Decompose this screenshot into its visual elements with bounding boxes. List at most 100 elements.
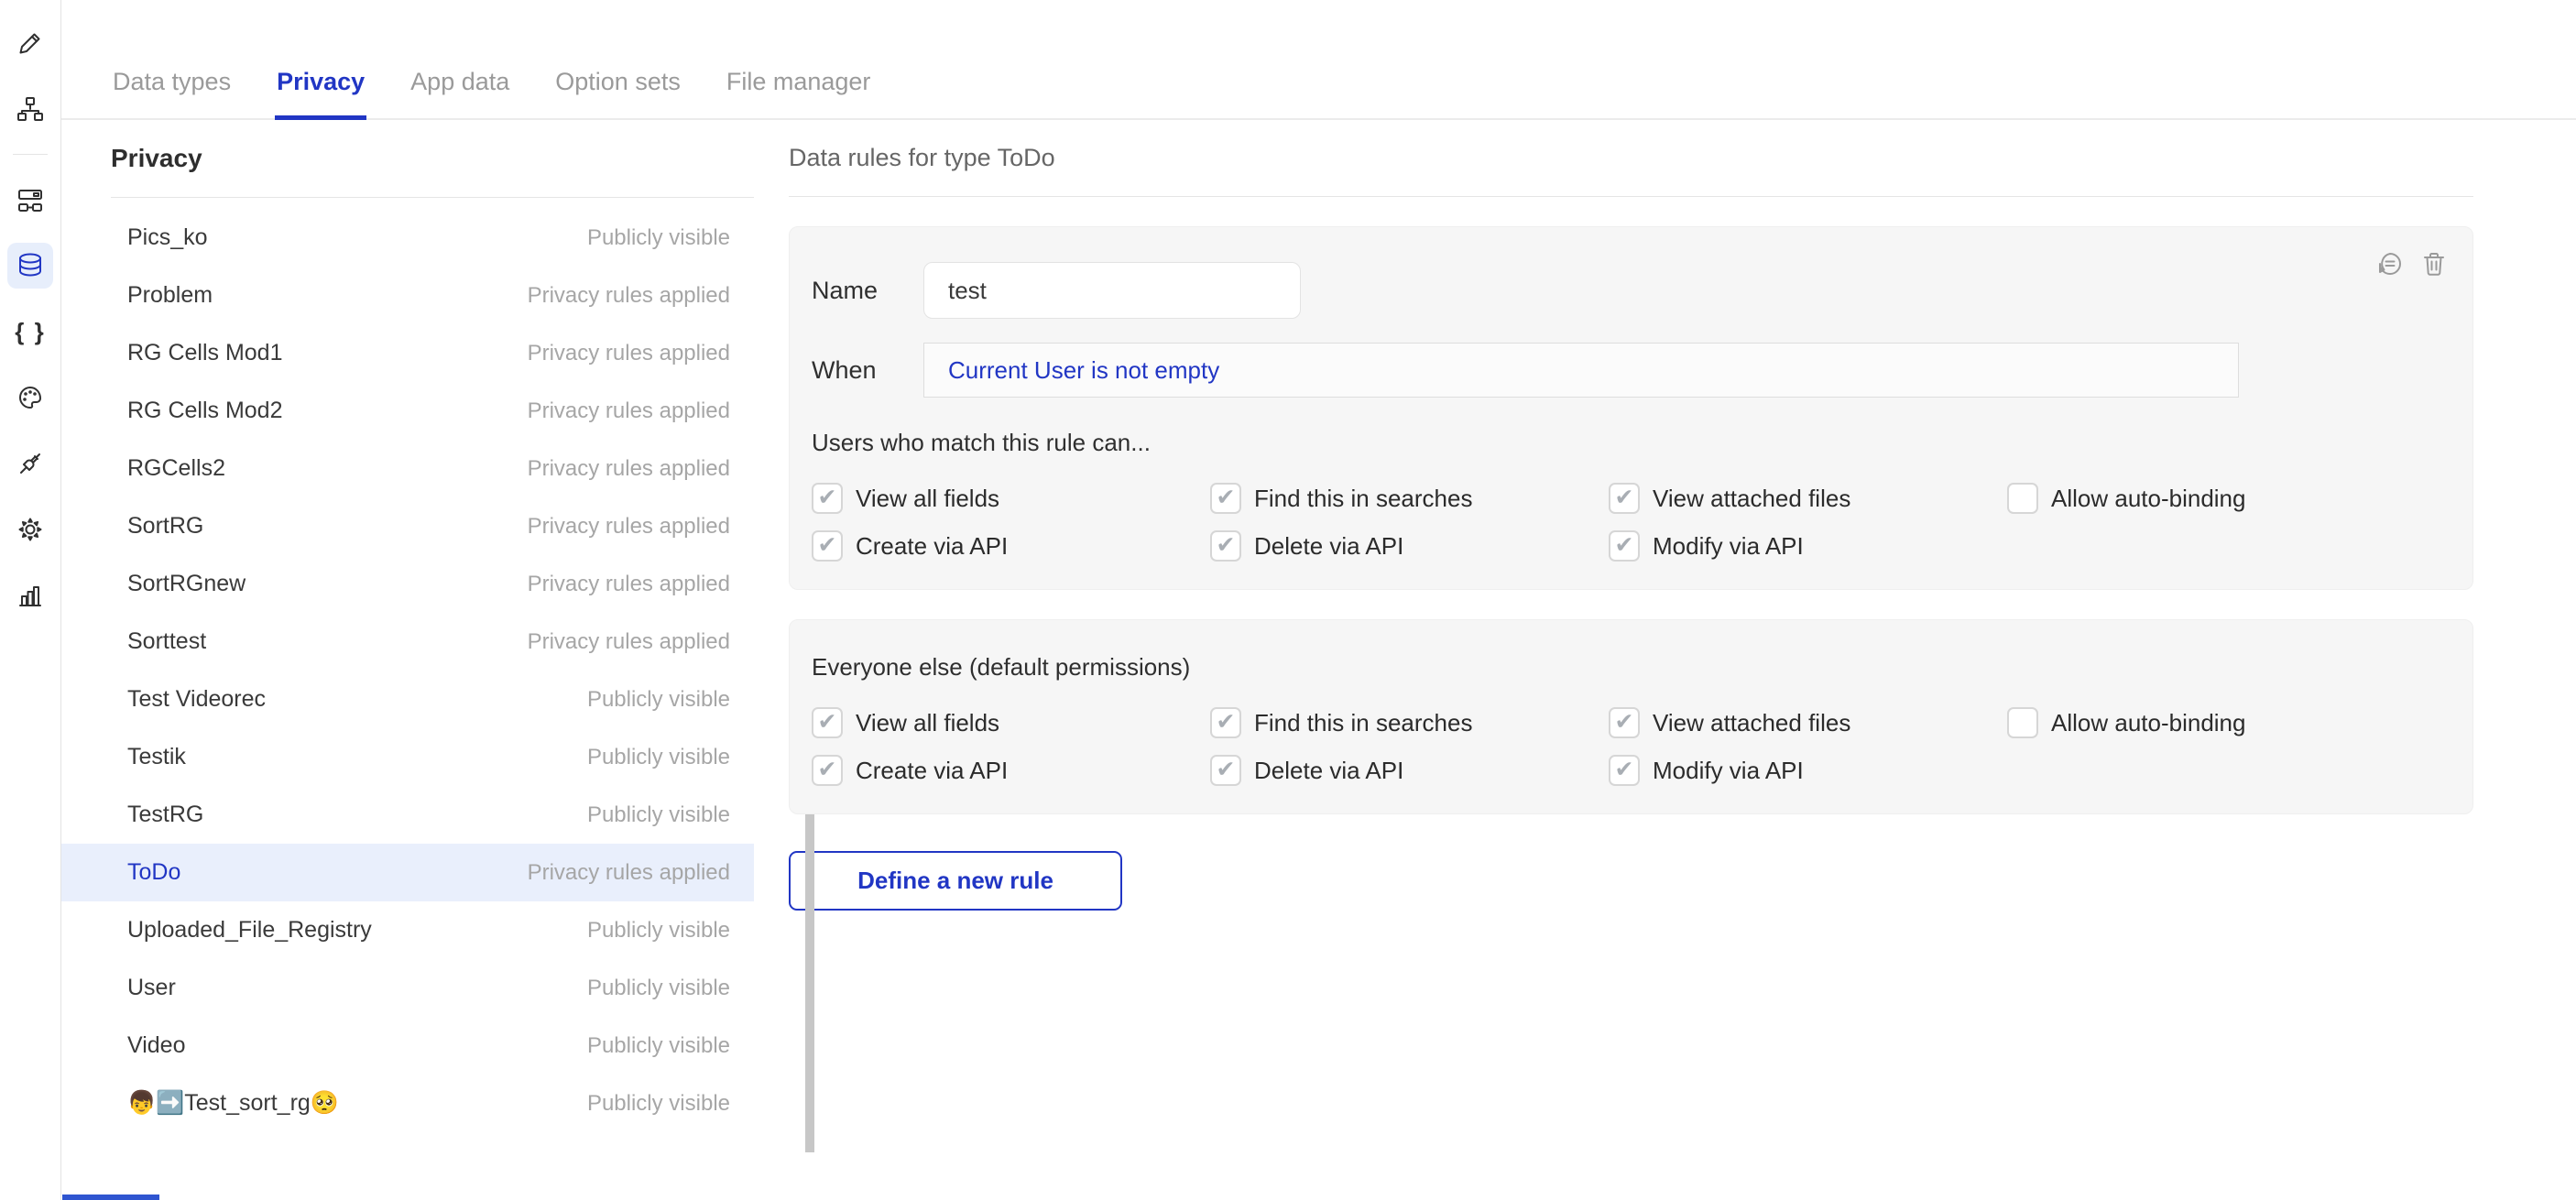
data-rules-divider <box>789 196 2473 197</box>
checkbox-create-via-api[interactable]: ✔ <box>812 755 843 786</box>
type-name: RG Cells Mod2 <box>127 398 283 424</box>
check-mark: ✔ <box>1217 486 1236 509</box>
permission-label: View all fields <box>856 485 999 513</box>
permission-view-all-fields: ✔ View all fields <box>812 483 1210 514</box>
permission-label: View attached files <box>1653 709 1850 737</box>
palette-icon[interactable] <box>7 375 53 420</box>
checkbox-create-via-api[interactable]: ✔ <box>812 530 843 562</box>
type-row-sorttest[interactable]: Sorttest Privacy rules applied <box>61 613 754 671</box>
permission-allow-auto-binding: ✔ Allow auto-binding <box>2007 707 2447 738</box>
checkbox-view-attached-files[interactable]: ✔ <box>1609 483 1640 514</box>
type-row-rg-cells-mod1[interactable]: RG Cells Mod1Privacy rules applied <box>61 324 754 382</box>
sitemap-icon[interactable] <box>7 86 53 132</box>
when-label: When <box>812 356 923 385</box>
data-rules-panel: Data rules for type ToDo Name <box>754 120 2576 1200</box>
checkbox-view-all-fields[interactable]: ✔ <box>812 483 843 514</box>
permission-label: Delete via API <box>1254 757 1403 785</box>
type-row-testik[interactable]: TestikPublicly visible <box>61 728 754 786</box>
rule-card: Name When Current User is not empty User… <box>789 226 2473 590</box>
privacy-panel: Privacy Pics_koPublicly visibleProblemPr… <box>61 120 754 1200</box>
type-status: Privacy rules applied <box>528 514 730 540</box>
checkbox-delete-via-api[interactable]: ✔ <box>1210 530 1241 562</box>
type-name: 👦➡️Test_sort_rg🥺 <box>127 1090 339 1117</box>
tab-data-types[interactable]: Data types <box>111 68 233 118</box>
type-row-todo[interactable]: ToDoPrivacy rules applied <box>61 844 754 901</box>
permission-find-this-in-searches: ✔Find this in searches <box>1210 483 1609 514</box>
checkbox-delete-via-api[interactable]: ✔ <box>1210 755 1241 786</box>
when-condition-box[interactable]: Current User is not empty <box>923 343 2239 398</box>
type-status: Publicly visible <box>587 1033 730 1059</box>
data-tabs: Data types Privacy App data Option sets File… <box>61 0 2576 120</box>
plug-icon[interactable] <box>7 441 53 486</box>
privacy-panel-title: Privacy <box>111 144 754 173</box>
braces-glyph: { } <box>15 318 45 346</box>
tab-privacy[interactable]: Privacy <box>275 68 366 120</box>
define-new-rule-button[interactable]: Define a new rule <box>789 851 1122 911</box>
checkbox-modify-via-api[interactable]: ✔ <box>1609 755 1640 786</box>
type-row-sortrgnew[interactable]: SortRGnewPrivacy rules applied <box>61 555 754 613</box>
chart-icon[interactable] <box>7 573 53 618</box>
data-rules-title: Data rules for type ToDo <box>789 144 2473 172</box>
type-status: Publicly visible <box>587 802 730 828</box>
comment-icon[interactable] <box>2375 249 2405 278</box>
type-status: Publicly visible <box>587 225 730 251</box>
tab-option-sets[interactable]: Option sets <box>553 68 682 118</box>
type-row-rgcells2[interactable]: RGCells2Privacy rules applied <box>61 440 754 497</box>
type-row-problem[interactable]: ProblemPrivacy rules applied <box>61 267 754 324</box>
type-row-rg-cells-mod2[interactable]: RG Cells Mod2Privacy rules applied <box>61 382 754 440</box>
tab-file-manager[interactable]: File manager <box>725 68 873 118</box>
gear-icon[interactable] <box>7 507 53 552</box>
type-row-sortrg[interactable]: SortRG Privacy rules applied <box>61 497 754 555</box>
type-name: RG Cells Mod1 <box>127 340 283 366</box>
type-row-uploaded-file-registry[interactable]: Uploaded_File_RegistryPublicly visible <box>61 901 754 959</box>
permission-modify-via-api: ✔Modify via API <box>1609 530 2007 562</box>
permission-label: Delete via API <box>1254 532 1403 561</box>
permission-create-via-api: ✔Create via API <box>812 755 1210 786</box>
type-status: Publicly visible <box>587 918 730 944</box>
type-name: Sorttest <box>127 628 206 655</box>
type-row-pics-ko[interactable]: Pics_koPublicly visible <box>61 209 754 267</box>
check-mark: ✔ <box>1615 486 1634 509</box>
checkbox-view-attached-files[interactable]: ✔ <box>1609 707 1640 738</box>
components-icon[interactable] <box>7 177 53 223</box>
type-row-test-sort-rg[interactable]: 👦➡️Test_sort_rg🥺 Publicly visible <box>61 1075 754 1132</box>
check-mark: ✔ <box>1615 534 1634 557</box>
type-name: SortRG <box>127 513 203 540</box>
type-name: Test Videorec <box>127 686 266 713</box>
rule-name-input[interactable] <box>923 262 1301 319</box>
type-name: Problem <box>127 282 213 309</box>
checkbox-find-this-in-searches[interactable]: ✔ <box>1210 483 1241 514</box>
check-mark: ✔ <box>818 486 837 509</box>
rule-card-actions <box>2375 249 2449 278</box>
type-row-test-videorec[interactable]: Test VideorecPublicly visible <box>61 671 754 728</box>
permission-label: View all fields <box>856 709 999 737</box>
type-status: Publicly visible <box>587 745 730 770</box>
type-name: TestRG <box>127 802 203 828</box>
checkbox-find-this-in-searches[interactable]: ✔ <box>1210 707 1241 738</box>
permission-view-attached-files: ✔View attached files <box>1609 483 2007 514</box>
default-permissions-title: Everyone else (default permissions) <box>812 653 2447 682</box>
checkbox-allow-auto-binding[interactable]: ✔ <box>2007 707 2038 738</box>
type-name: ToDo <box>127 859 180 886</box>
braces-icon[interactable]: { } <box>7 309 53 355</box>
main-content: Data types Privacy App data Option sets File… <box>61 0 2576 1200</box>
bubble-editor-privacy-page: { } Data types Privacy App data Option sets… <box>0 0 2576 1200</box>
trash-icon[interactable] <box>2419 249 2449 278</box>
check-mark: ✔ <box>1217 758 1236 781</box>
checkbox-view-all-fields[interactable]: ✔ <box>812 707 843 738</box>
database-icon[interactable] <box>7 243 53 289</box>
type-row-video[interactable]: VideoPublicly visible <box>61 1017 754 1075</box>
permission-label: Allow auto-binding <box>2051 709 2245 737</box>
type-name: RGCells2 <box>127 455 225 482</box>
type-status: Publicly visible <box>587 1091 730 1117</box>
type-status: Privacy rules applied <box>528 629 730 655</box>
type-row-user[interactable]: UserPublicly visible <box>61 959 754 1017</box>
tab-app-data[interactable]: App data <box>409 68 511 118</box>
checkbox-allow-auto-binding[interactable]: ✔ <box>2007 483 2038 514</box>
pencil-icon[interactable] <box>7 20 53 66</box>
checkbox-modify-via-api[interactable]: ✔ <box>1609 530 1640 562</box>
permission-view-attached-files: ✔ View attached files <box>1609 707 2007 738</box>
check-mark: ✔ <box>1217 534 1236 557</box>
type-row-testrg[interactable]: TestRG Publicly visible <box>61 786 754 844</box>
permission-delete-via-api: ✔ Delete via API <box>1210 755 1609 786</box>
